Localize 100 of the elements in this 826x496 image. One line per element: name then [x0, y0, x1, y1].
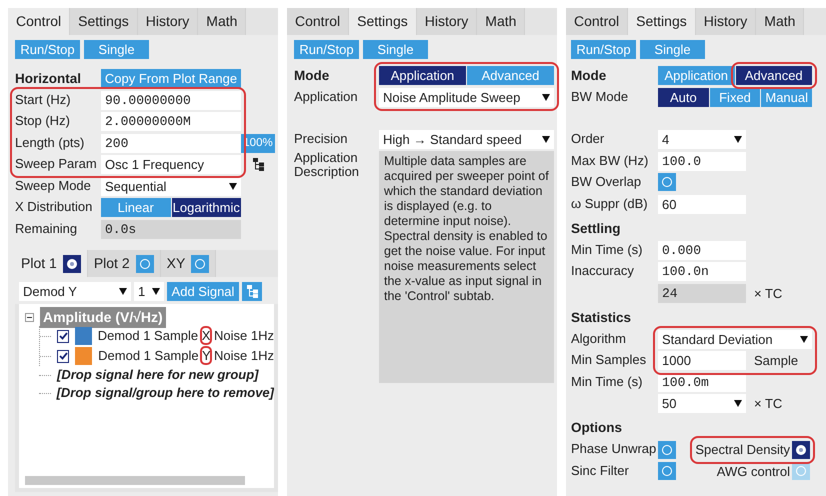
tab[interactable]: Control	[8, 8, 70, 35]
field-label: Stop (Hz)	[15, 113, 70, 128]
input-field[interactable]: 0.000	[658, 240, 746, 260]
tree-icon	[246, 285, 258, 298]
dropdown[interactable]: Sequential	[101, 176, 241, 196]
tab[interactable]: Control	[287, 8, 350, 35]
tab[interactable]: Settings	[70, 8, 138, 35]
tab[interactable]: Settings	[628, 8, 696, 35]
check-icon	[58, 352, 68, 360]
toggle-button[interactable]	[658, 462, 676, 480]
tab[interactable]: Math	[477, 8, 526, 35]
toggle-button[interactable]	[136, 254, 154, 272]
unit-label: × TC	[753, 284, 782, 302]
input-field[interactable]: 100.0n	[658, 262, 746, 282]
input-field[interactable]: 1000	[658, 351, 746, 370]
caret-icon	[152, 288, 160, 295]
field-label: Order	[571, 131, 604, 146]
field-label: Max BW (Hz)	[571, 152, 648, 168]
tree-button[interactable]	[242, 282, 262, 301]
scrollbar[interactable]	[25, 476, 245, 485]
dropdown[interactable]: 4	[658, 130, 746, 150]
toggle-button[interactable]	[658, 440, 676, 459]
input-field[interactable]: 2.00000000M	[101, 112, 241, 132]
drop-hint: [Drop signal/group here to remove]	[56, 384, 274, 402]
segment-button[interactable]: Auto	[658, 88, 709, 107]
tab[interactable]: Control	[566, 8, 628, 35]
dropdown[interactable]: High → Standard speed	[379, 130, 554, 150]
input-field[interactable]: 60	[658, 194, 746, 214]
segment-button[interactable]: Application	[379, 66, 466, 86]
input-field[interactable]: 100.0m	[658, 372, 746, 392]
unit-label: Sample	[753, 352, 798, 370]
field-label: Precision	[294, 131, 348, 146]
input-field[interactable]: 90.00000000	[101, 90, 241, 110]
tab[interactable]: History	[138, 8, 198, 35]
field-label: Remaining	[15, 220, 78, 236]
field-label: BW Overlap	[571, 174, 642, 190]
caret-icon	[734, 400, 742, 408]
option-label: Sinc Filter	[571, 462, 629, 478]
option-label: Spectral Density	[695, 441, 790, 459]
tab[interactable]: XY	[160, 250, 216, 277]
signal-label[interactable]: Demod 1 Sample Y Noise 1Hz	[98, 346, 274, 366]
caret-icon	[800, 336, 808, 343]
drop-hint: [Drop signal here for new group]	[57, 366, 259, 384]
dropdown[interactable]: Demod Y	[19, 282, 131, 301]
section-heading: Settling	[571, 220, 620, 236]
segment-button[interactable]: Advanced	[736, 66, 812, 86]
field-label: ω Suppr (dB)	[571, 196, 648, 211]
readonly-field[interactable]: 24	[658, 284, 746, 303]
caret-icon	[119, 288, 127, 295]
field-label: Min Time (s)	[571, 242, 642, 257]
tab[interactable]: Math	[756, 8, 804, 35]
field-label: BW Mode	[571, 88, 628, 104]
signal-label[interactable]: Demod 1 Sample X Noise 1Hz	[98, 326, 274, 346]
toggle-button[interactable]	[658, 173, 676, 191]
toggle-button[interactable]	[62, 254, 81, 272]
tree-icon[interactable]	[252, 158, 264, 172]
field-label: Length (pts)	[15, 134, 84, 150]
dropdown[interactable]: Standard Deviation	[658, 330, 812, 349]
toggle-button[interactable]	[191, 254, 210, 272]
segment-button[interactable]: Logarithmic	[172, 198, 241, 218]
collapse-icon[interactable]	[25, 312, 34, 322]
section-heading: Mode	[294, 68, 330, 83]
field-label: Min Time (s)	[571, 374, 642, 389]
description-text: Multiple data samples are acquired per sweeper point of which the standard deviation is displayed (e.g. to determine input noise). Spectral density is enabled to get the noise value. For input noise measurements select the x-value as input signal in the 'Control' subtab.	[379, 150, 554, 382]
dropdown[interactable]: Noise Amplitude Sweep	[379, 88, 554, 107]
field-label: Min Samples	[571, 352, 646, 368]
tab[interactable]: Settings	[349, 8, 417, 35]
readonly-field[interactable]: 0.0s	[101, 220, 241, 239]
toggle-button[interactable]	[792, 440, 810, 459]
tab[interactable]: History	[416, 8, 478, 35]
caret-icon	[229, 182, 237, 190]
option-label: AWG control	[716, 462, 790, 480]
dropdown[interactable]: 1	[134, 282, 164, 301]
tab[interactable]: Plot 1	[15, 250, 88, 277]
field-label: Inaccuracy	[571, 263, 634, 278]
field-label: Application Description	[294, 150, 360, 180]
tab[interactable]: Plot 2	[88, 250, 161, 277]
caret-icon	[542, 94, 550, 101]
field-label: X Distribution	[15, 199, 92, 214]
field-label: Algorithm	[571, 330, 626, 346]
section-heading: Horizontal	[15, 70, 81, 86]
checkbox[interactable]	[57, 350, 70, 362]
section-heading: Statistics	[571, 310, 632, 325]
caret-icon	[542, 136, 550, 144]
field-label: Sweep Mode	[15, 178, 91, 193]
dropdown[interactable]: 50	[658, 394, 746, 414]
section-heading: Mode	[571, 68, 606, 83]
input-field[interactable]: Osc 1 Frequency	[101, 155, 241, 174]
tab[interactable]: History	[696, 8, 756, 35]
input-field[interactable]: 200	[101, 134, 241, 153]
input-field[interactable]: 100.0	[658, 152, 746, 171]
check-icon	[58, 332, 68, 340]
field-label: Start (Hz)	[15, 92, 71, 107]
option-label: Phase Unwrap	[571, 441, 656, 456]
tab[interactable]: Math	[198, 8, 246, 35]
caret-icon	[734, 136, 742, 144]
unit-label: × TC	[753, 395, 782, 413]
field-label: Sweep Param	[15, 156, 97, 172]
field-label: Application	[294, 88, 358, 104]
checkbox[interactable]	[57, 330, 70, 342]
